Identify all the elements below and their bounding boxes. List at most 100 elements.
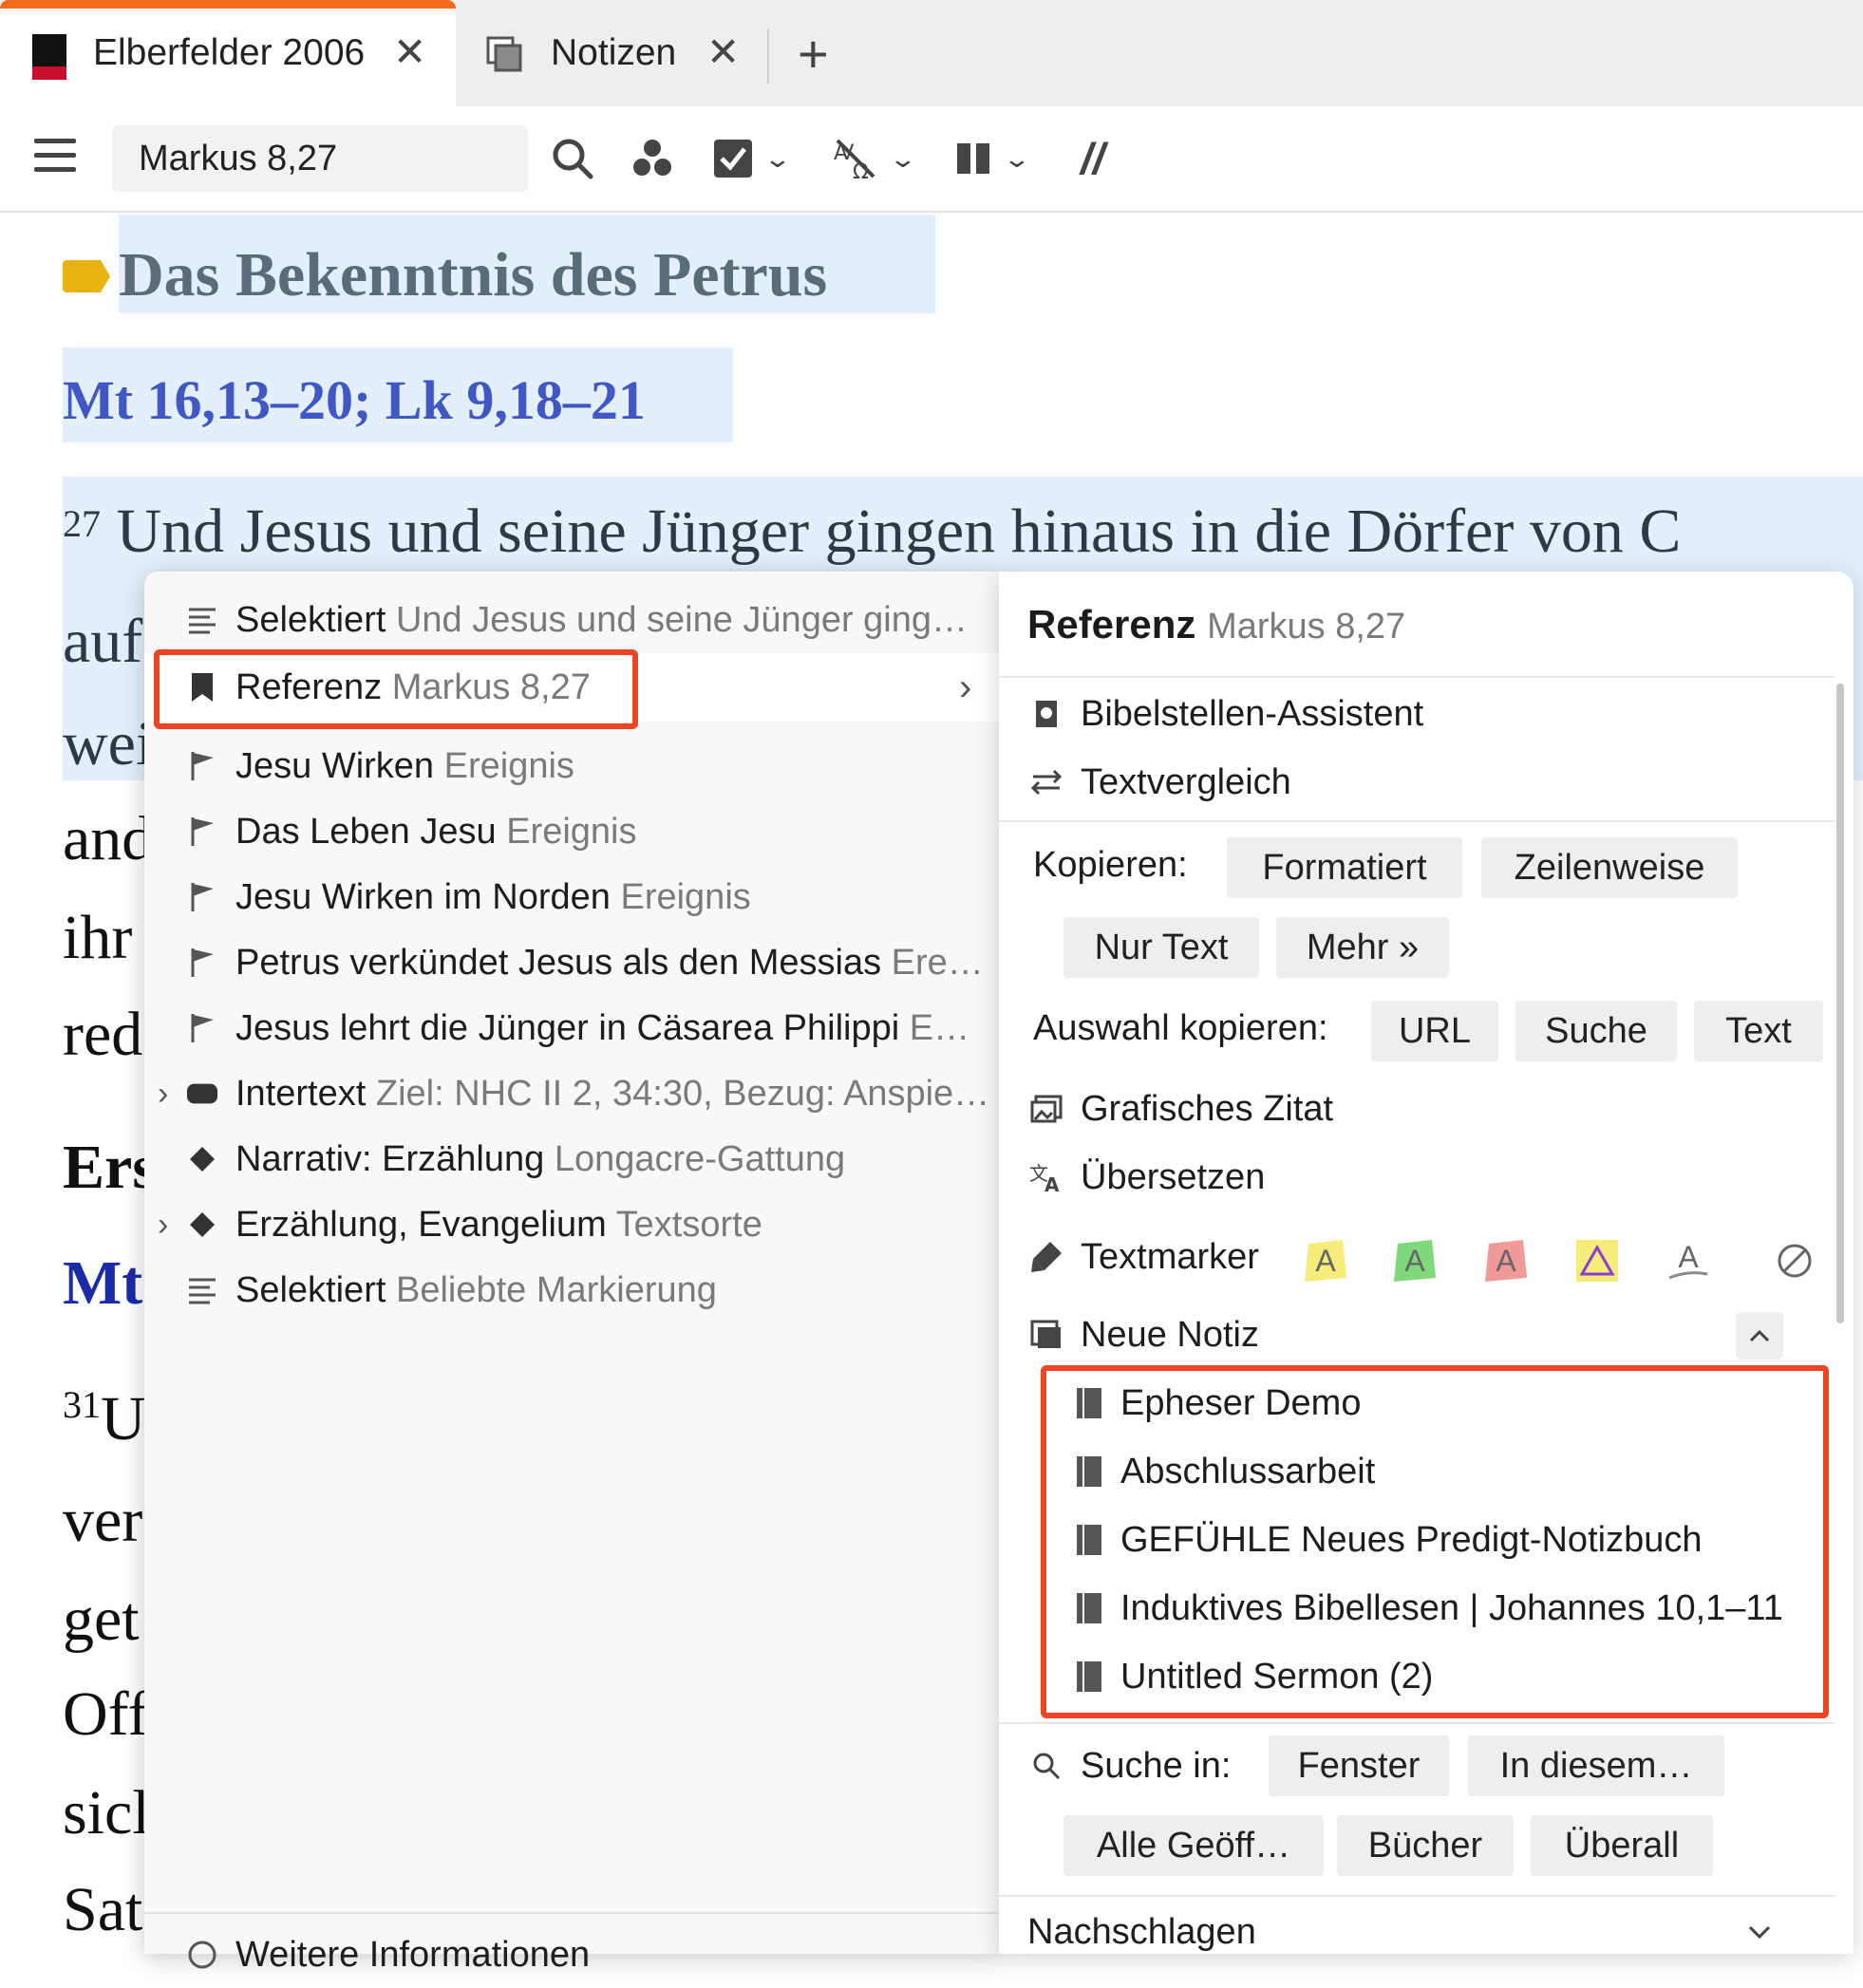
menu-item-selektiert[interactable]: Selektiert Und Jesus und seine Jünger gi…: [144, 587, 999, 653]
interlinear-icon[interactable]: ꜸΩ ⌄: [832, 135, 917, 182]
grafisches-zitat-item[interactable]: Grafisches Zitat: [1027, 1080, 1333, 1137]
book-cover-icon: [32, 34, 66, 80]
menu-item-sub: Beliebte Markierung: [395, 1269, 717, 1310]
verse-number: 27: [63, 502, 101, 545]
close-icon[interactable]: ✕: [706, 28, 740, 75]
parallel-icon[interactable]: //: [1081, 134, 1105, 183]
menu-item-sub: Ziel: NHC II 2, 34:30, Bezug: Anspie…: [375, 1073, 990, 1114]
submenu-title: Referenz Markus 8,27: [1027, 602, 1405, 647]
nachschlagen-section[interactable]: Nachschlagen: [1027, 1912, 1256, 1953]
swatch-letter: A: [1404, 1243, 1425, 1278]
menu-item-textsorte[interactable]: › Erzählung, Evangelium Textsorte: [144, 1191, 999, 1258]
chevron-up-icon: [1749, 1329, 1770, 1342]
copy-nur-text-button[interactable]: Nur Text: [1063, 917, 1259, 978]
flag-icon: [186, 881, 218, 913]
menu-item-label: Petrus verkündet Jesus als den Messias: [235, 942, 882, 983]
swatch-letter: A: [1496, 1243, 1516, 1278]
highlight-triangle-swatch[interactable]: [1572, 1236, 1622, 1285]
menu-item-label: Selektiert: [235, 1269, 386, 1310]
chevron-right-icon[interactable]: ›: [158, 1076, 168, 1113]
line-fragment: auf: [63, 607, 143, 676]
menu-item-label: Narrativ: Erzählung: [235, 1138, 545, 1179]
bibelstellen-assistent-item[interactable]: Bibelstellen-Assistent: [1027, 685, 1423, 742]
chevron-down-icon[interactable]: ⌄: [889, 144, 918, 174]
copy-suche-button[interactable]: Suche: [1515, 1001, 1677, 1061]
neue-notiz-item[interactable]: Neue Notiz: [1027, 1306, 1259, 1363]
menu-item-sub: Longacre-Gattung: [554, 1138, 846, 1179]
menu-item-event[interactable]: Das Leben Jesu Ereignis: [144, 798, 999, 865]
parallel-references-link[interactable]: Mt 16,13–20; Lk 9,18–21: [63, 368, 646, 432]
checkbox-icon[interactable]: ⌄: [712, 135, 792, 182]
tab-elberfelder[interactable]: Elberfelder 2006 ✕: [0, 0, 456, 106]
divider: [999, 820, 1835, 822]
menu-item-label: Erzählung, Evangelium: [235, 1204, 607, 1245]
toolbar: ⌄ ꜸΩ ⌄ ⌄ //: [0, 106, 1863, 213]
more-info-link[interactable]: Weitere Informationen: [144, 1922, 999, 1988]
search-fenster-button[interactable]: Fenster: [1269, 1735, 1449, 1796]
highlight-box: [1041, 1365, 1829, 1718]
copy-mehr-button[interactable]: Mehr »: [1276, 917, 1449, 978]
search-ueberall-button[interactable]: Überall: [1531, 1815, 1713, 1876]
tag-icon: [63, 260, 110, 292]
copy-url-button[interactable]: URL: [1371, 1001, 1498, 1061]
line-fragment: ihr: [63, 903, 133, 972]
chevron-right-icon[interactable]: ›: [158, 1207, 168, 1244]
tab-notizen[interactable]: Notizen ✕: [458, 0, 771, 106]
passage-guide-icon: [1027, 695, 1065, 733]
menu-item-selektiert-markierung[interactable]: Selektiert Beliebte Markierung: [144, 1257, 999, 1323]
menu-item-event[interactable]: Petrus verkündet Jesus als den Messias E…: [144, 929, 999, 996]
chevron-right-icon: ›: [959, 666, 972, 708]
chevron-down-icon[interactable]: ⌄: [1003, 144, 1032, 174]
verse-text: Und Jesus und seine Jünger gingen hinaus…: [116, 497, 1682, 566]
search-buecher-button[interactable]: Bücher: [1337, 1815, 1514, 1876]
collapse-button[interactable]: [1736, 1312, 1783, 1360]
flag-icon: [186, 1012, 218, 1044]
note-icon: [1027, 1316, 1065, 1354]
menu-item-event[interactable]: Jesus lehrt die Jünger in Cäsarea Philip…: [144, 995, 999, 1061]
close-icon[interactable]: ✕: [393, 28, 426, 75]
copy-formatiert-button[interactable]: Formatiert: [1227, 837, 1462, 898]
copy-text-button[interactable]: Text: [1694, 1001, 1823, 1061]
section-heading: Das Bekenntnis des Petrus: [119, 240, 828, 309]
copy-zeilenweise-button[interactable]: Zeilenweise: [1481, 837, 1738, 898]
highlight-green-swatch[interactable]: A: [1390, 1236, 1440, 1285]
reference-input[interactable]: [112, 125, 528, 192]
tab-bar: Elberfelder 2006 ✕ Notizen ✕ +: [0, 0, 1863, 106]
tab-label: Notizen: [551, 32, 677, 73]
chevron-down-icon[interactable]: ⌄: [763, 144, 793, 174]
highlight-red-swatch[interactable]: A: [1481, 1236, 1531, 1285]
divider: [999, 1722, 1835, 1724]
columns-icon[interactable]: ⌄: [955, 135, 1031, 182]
chevron-down-icon[interactable]: [1747, 1923, 1772, 1941]
menu-item-genre[interactable]: Narrativ: Erzählung Longacre-Gattung: [144, 1126, 999, 1192]
compare-arrows-icon: [1027, 763, 1065, 801]
scrollbar[interactable]: [1836, 684, 1844, 1323]
visual-filter-icon[interactable]: [630, 135, 674, 182]
verse-27[interactable]: 27 Und Jesus und seine Jünger gingen hin…: [63, 496, 1681, 568]
menu-item-event[interactable]: Jesu Wirken Ereignis: [144, 733, 999, 799]
search-icon[interactable]: [551, 135, 594, 182]
highlight-yellow-swatch[interactable]: A: [1301, 1236, 1350, 1285]
search-in-diesem-button[interactable]: In diesem…: [1468, 1735, 1724, 1796]
hamburger-menu-icon[interactable]: [34, 139, 76, 177]
svg-text:A: A: [1044, 1173, 1060, 1193]
menu-item-sub: Ereignis: [443, 745, 574, 786]
menu-item-intertext[interactable]: › Intertext Ziel: NHC II 2, 34:30, Bezug…: [144, 1060, 999, 1127]
submenu-title-label: Referenz: [1027, 602, 1196, 647]
image-quote-icon: [1027, 1090, 1065, 1128]
item-label: Textvergleich: [1081, 761, 1291, 802]
textvergleich-item[interactable]: Textvergleich: [1027, 754, 1291, 811]
item-label: Übersetzen: [1081, 1156, 1266, 1197]
clear-highlight-icon[interactable]: [1770, 1236, 1819, 1285]
item-label: Bibelstellen-Assistent: [1081, 693, 1424, 734]
search-alle-geoeffneten-button[interactable]: Alle Geöff…: [1063, 1815, 1324, 1876]
uebersetzen-item[interactable]: 文A Übersetzen: [1027, 1149, 1265, 1206]
textmarker-item[interactable]: Textmarker: [1027, 1228, 1259, 1285]
line-fragment: sicl: [63, 1778, 150, 1847]
auswahl-kopieren-label: Auswahl kopieren:: [1033, 1008, 1328, 1048]
new-tab-plus-icon[interactable]: +: [798, 23, 829, 84]
menu-item-event[interactable]: Jesu Wirken im Norden Ereignis: [144, 864, 999, 930]
swatch-letter: A: [1315, 1243, 1336, 1278]
highlight-underline-swatch[interactable]: A: [1664, 1236, 1713, 1285]
line-fragment: red: [63, 1000, 143, 1069]
